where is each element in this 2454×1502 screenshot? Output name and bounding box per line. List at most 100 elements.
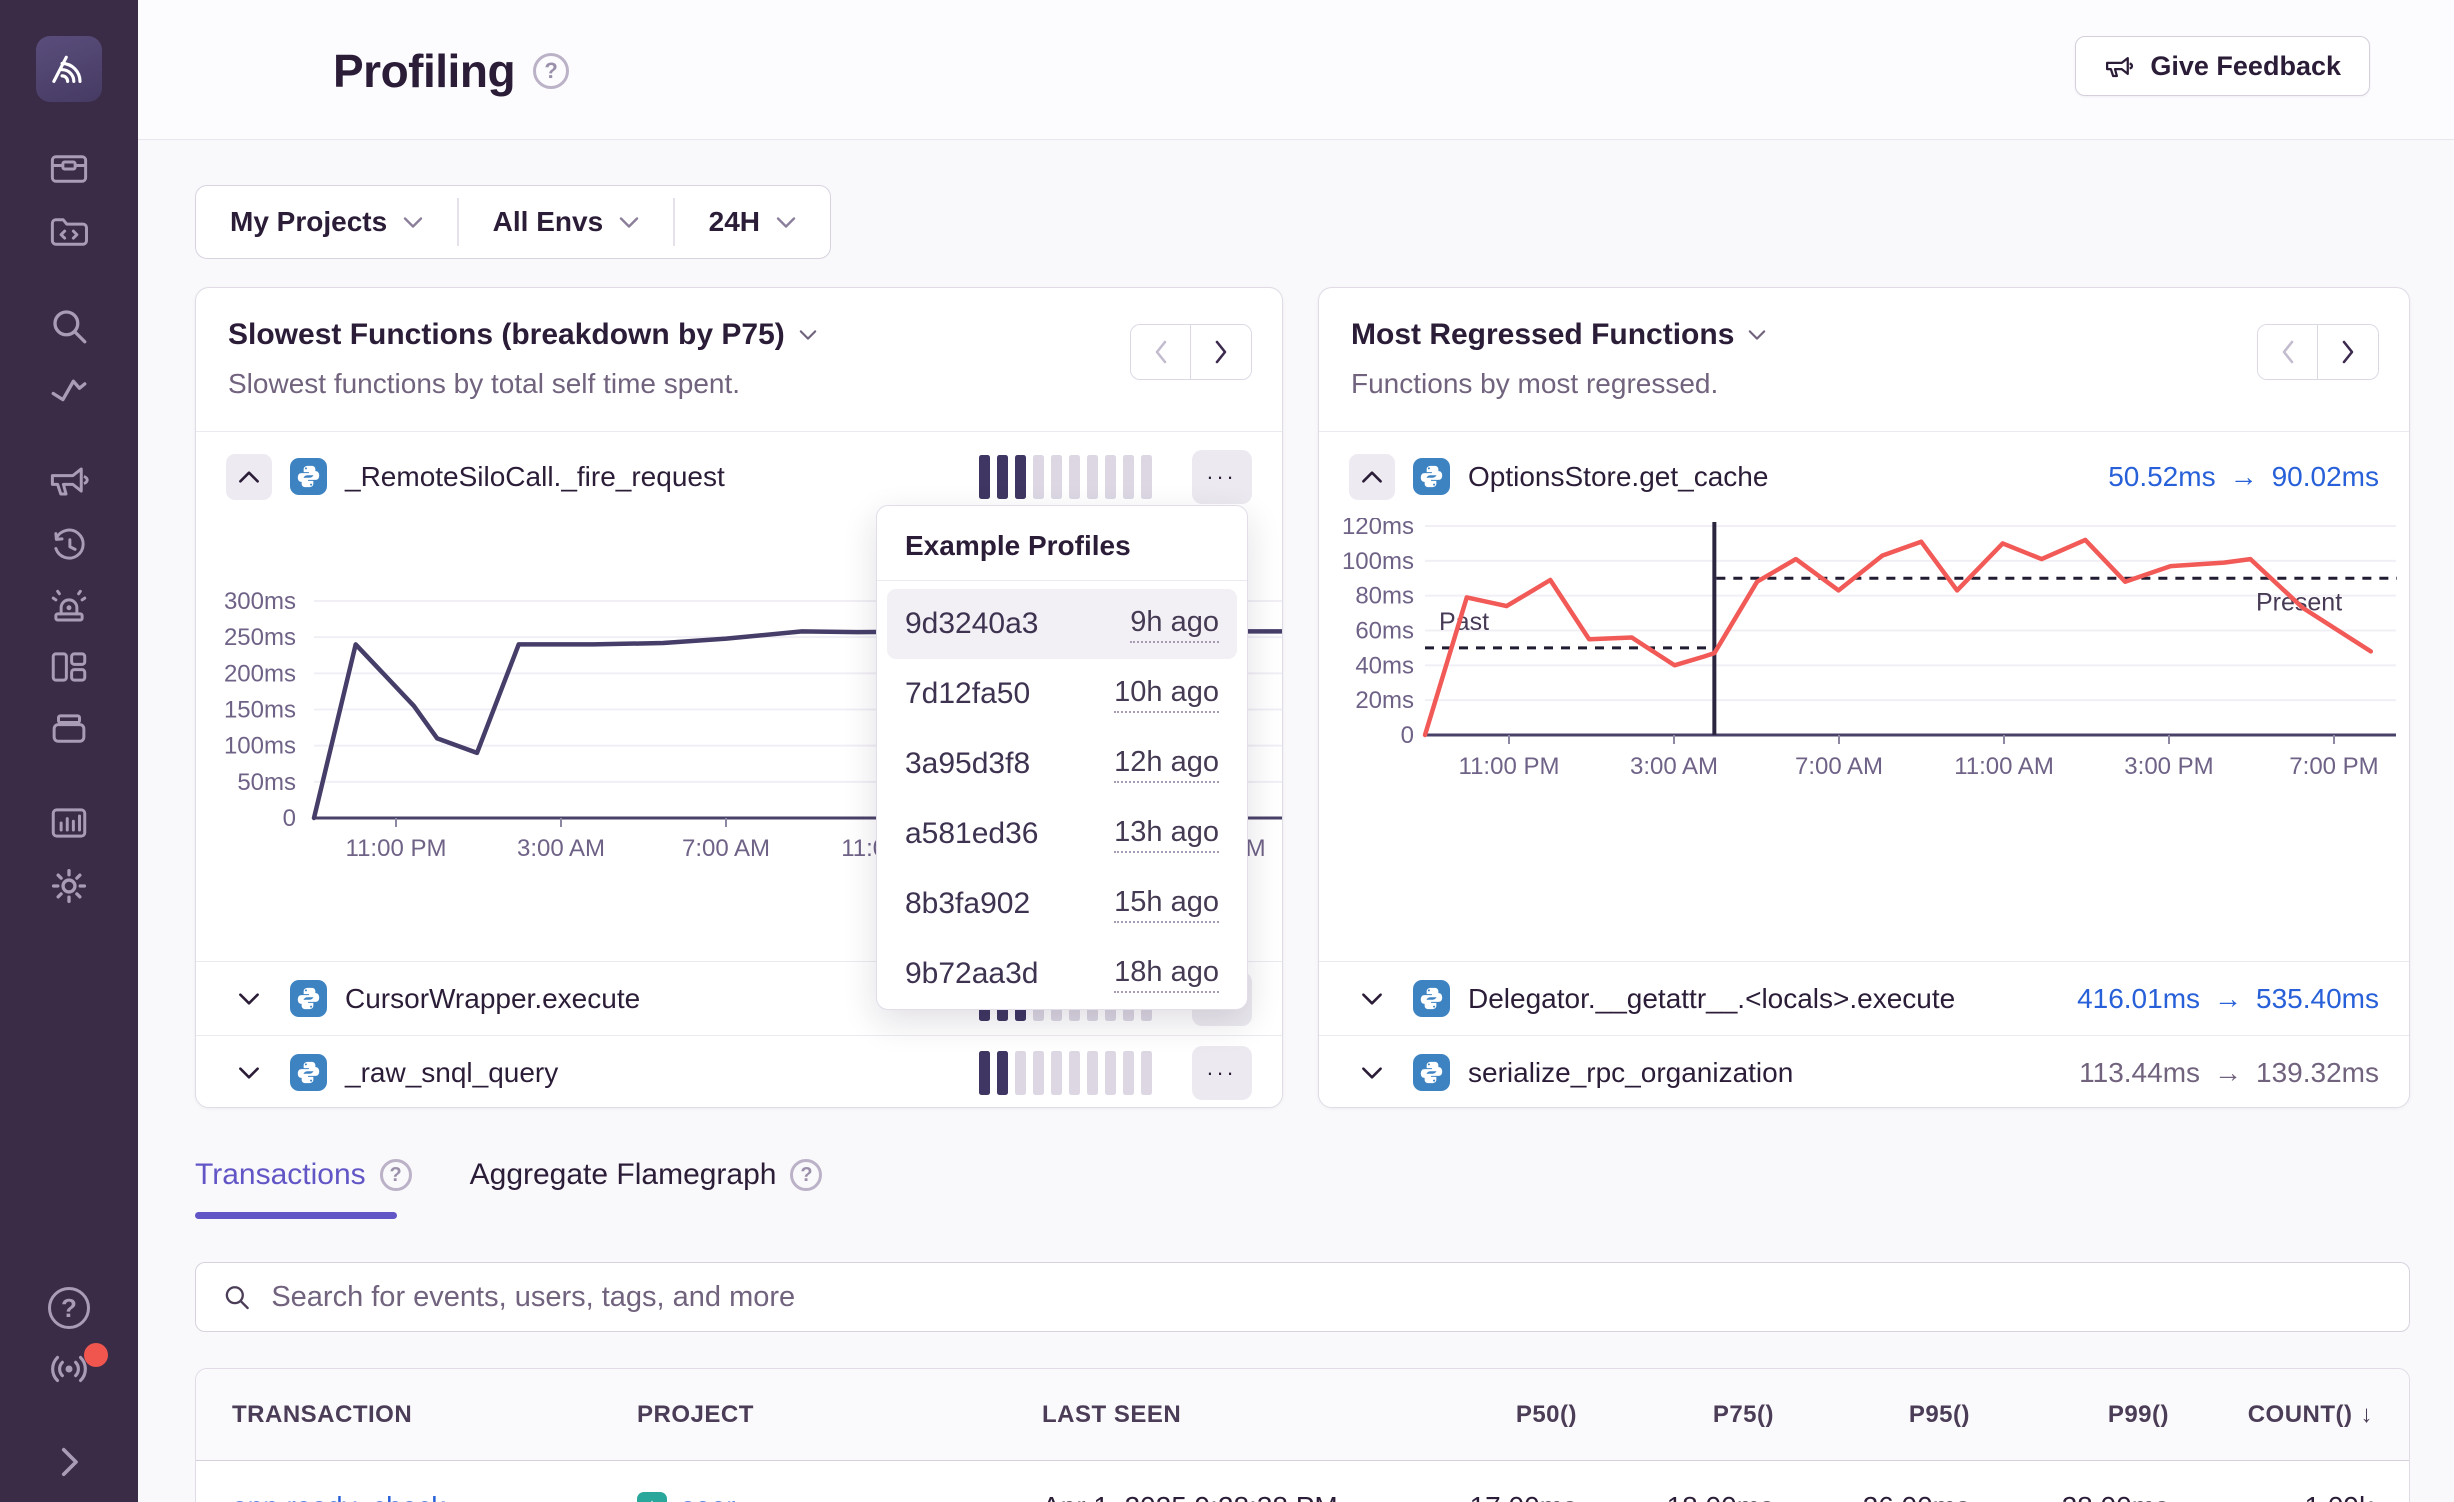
table-row[interactable]: app.ready_check seer Apr 1, 2025 9:28:38… — [196, 1461, 2409, 1502]
sidebar-item-performance[interactable] — [0, 362, 138, 418]
function-name[interactable]: Delegator.__getattr__.<locals>.execute — [1468, 983, 1955, 1015]
more-options-button[interactable]: ... — [1192, 450, 1252, 504]
chevron-down-icon — [776, 216, 796, 229]
next-page-button[interactable] — [1191, 325, 1251, 379]
environment-filter[interactable]: All Envs — [459, 186, 673, 258]
slowest-functions-title-select[interactable]: Slowest Functions (breakdown by P75) — [228, 318, 817, 352]
siren-icon — [48, 585, 90, 627]
spark-bar — [1105, 455, 1116, 499]
profile-item[interactable]: 8b3fa902 15h ago — [887, 869, 1237, 939]
sidebar-item-releases[interactable] — [0, 701, 138, 757]
profile-item[interactable]: 9b72aa3d 18h ago — [887, 939, 1237, 1009]
col-transaction[interactable]: TRANSACTION — [232, 1401, 637, 1429]
page-header: Profiling ? Give Feedback — [138, 0, 2454, 140]
profile-age[interactable]: 15h ago — [1114, 886, 1219, 923]
regression-delta[interactable]: 416.01ms → 535.40ms — [2077, 983, 2379, 1015]
profile-age[interactable]: 9h ago — [1130, 606, 1219, 643]
after-value: 535.40ms — [2256, 983, 2379, 1015]
panel-subtitle: Slowest functions by total self time spe… — [228, 368, 817, 400]
function-name[interactable]: _RemoteSiloCall._fire_request — [345, 461, 725, 493]
profile-age[interactable]: 18h ago — [1114, 956, 1219, 993]
col-p95[interactable]: P95() — [1774, 1401, 1970, 1429]
svg-text:3:00 PM: 3:00 PM — [2124, 753, 2213, 780]
project-filter-label: My Projects — [230, 206, 387, 238]
tab-aggregate-flamegraph[interactable]: Aggregate Flamegraph ? — [470, 1158, 823, 1192]
expand-row-button[interactable] — [1349, 1050, 1395, 1096]
after-value: 139.32ms — [2256, 1057, 2379, 1089]
profile-age[interactable]: 13h ago — [1114, 816, 1219, 853]
trace-line-icon — [48, 369, 90, 411]
timerange-filter[interactable]: 24H — [675, 186, 830, 258]
sidebar-item-stats[interactable] — [0, 795, 138, 851]
next-page-button[interactable] — [2318, 325, 2378, 379]
profile-age[interactable]: 10h ago — [1114, 676, 1219, 713]
function-name[interactable]: CursorWrapper.execute — [345, 983, 640, 1015]
svg-text:50ms: 50ms — [237, 769, 296, 796]
collapse-row-button[interactable] — [1349, 454, 1395, 500]
page-help-icon[interactable]: ? — [533, 53, 569, 89]
svg-text:7:00 AM: 7:00 AM — [1795, 753, 1883, 780]
profile-candidates-sparkline[interactable] — [979, 1051, 1152, 1095]
col-project[interactable]: PROJECT — [637, 1401, 1042, 1429]
table-header: TRANSACTION PROJECT LAST SEEN P50() P75(… — [196, 1369, 2409, 1461]
transaction-link[interactable]: app.ready_check — [232, 1491, 637, 1502]
spark-bar — [1051, 455, 1062, 499]
svg-text:40ms: 40ms — [1355, 652, 1414, 679]
sidebar-collapse-toggle[interactable] — [0, 1434, 138, 1490]
last-seen-cell: Apr 1, 2025 9:28:38 PM — [1042, 1491, 1380, 1502]
give-feedback-button[interactable]: Give Feedback — [2075, 36, 2370, 96]
expand-row-button[interactable] — [1349, 976, 1395, 1022]
search-icon — [48, 305, 90, 347]
most-regressed-title-select[interactable]: Most Regressed Functions — [1351, 318, 1766, 352]
project-cell[interactable]: seer — [637, 1491, 1042, 1502]
search-input[interactable] — [271, 1281, 2383, 1314]
sidebar-item-feedback[interactable] — [0, 452, 138, 508]
col-p99[interactable]: P99() — [1970, 1401, 2169, 1429]
profile-item[interactable]: 9d3240a3 9h ago — [887, 589, 1237, 659]
function-name[interactable]: OptionsStore.get_cache — [1468, 461, 1768, 493]
help-icon: ? — [48, 1287, 90, 1329]
function-name[interactable]: _raw_snql_query — [345, 1057, 558, 1089]
transactions-table: TRANSACTION PROJECT LAST SEEN P50() P75(… — [195, 1368, 2410, 1502]
function-name[interactable]: serialize_rpc_organization — [1468, 1057, 1793, 1089]
tab-transactions[interactable]: Transactions ? — [195, 1158, 412, 1192]
expand-row-button[interactable] — [226, 1050, 272, 1096]
collapse-row-button[interactable] — [226, 454, 272, 500]
project-filter[interactable]: My Projects — [196, 186, 457, 258]
sentry-logo[interactable] — [36, 36, 102, 102]
panel-title: Slowest Functions (breakdown by P75) — [228, 318, 785, 352]
tab-help-icon[interactable]: ? — [380, 1159, 412, 1191]
regression-delta[interactable]: 113.44ms → 139.32ms — [2079, 1057, 2379, 1089]
sidebar-item-whats-new[interactable] — [0, 1341, 138, 1397]
sidebar-item-issues[interactable] — [0, 141, 138, 197]
spark-bar — [1123, 455, 1134, 499]
function-row: Delegator.__getattr__.<locals>.execute 4… — [1319, 961, 2409, 1035]
more-options-button[interactable]: ... — [1192, 1046, 1252, 1100]
sidebar-item-replays[interactable] — [0, 517, 138, 573]
profile-item[interactable]: 3a95d3f8 12h ago — [887, 729, 1237, 799]
sidebar-item-alerts[interactable] — [0, 578, 138, 634]
sidebar-item-help[interactable]: ? — [0, 1280, 138, 1336]
col-p75[interactable]: P75() — [1577, 1401, 1774, 1429]
profile-id: a581ed36 — [905, 817, 1038, 851]
profile-item[interactable]: a581ed36 13h ago — [887, 799, 1237, 869]
environment-filter-label: All Envs — [493, 206, 603, 238]
col-last-seen[interactable]: LAST SEEN — [1042, 1401, 1380, 1429]
regression-delta[interactable]: 50.52ms → 90.02ms — [2108, 461, 2379, 493]
col-count-sorted[interactable]: COUNT() ↓ — [2169, 1401, 2373, 1429]
profile-candidates-sparkline[interactable] — [979, 455, 1152, 499]
profile-age[interactable]: 12h ago — [1114, 746, 1219, 783]
sidebar-item-explore[interactable] — [0, 298, 138, 354]
spark-bar — [1069, 455, 1080, 499]
prev-page-button[interactable] — [1131, 325, 1191, 379]
sidebar-item-projects[interactable] — [0, 204, 138, 260]
sidebar-item-dashboards[interactable] — [0, 639, 138, 695]
expand-row-button[interactable] — [226, 976, 272, 1022]
sidebar-item-settings[interactable] — [0, 858, 138, 914]
profile-item[interactable]: 7d12fa50 10h ago — [887, 659, 1237, 729]
project-link[interactable]: seer — [681, 1491, 735, 1502]
col-p50[interactable]: P50() — [1380, 1401, 1577, 1429]
after-value: 90.02ms — [2272, 461, 2379, 493]
prev-page-button[interactable] — [2258, 325, 2318, 379]
tab-help-icon[interactable]: ? — [790, 1159, 822, 1191]
